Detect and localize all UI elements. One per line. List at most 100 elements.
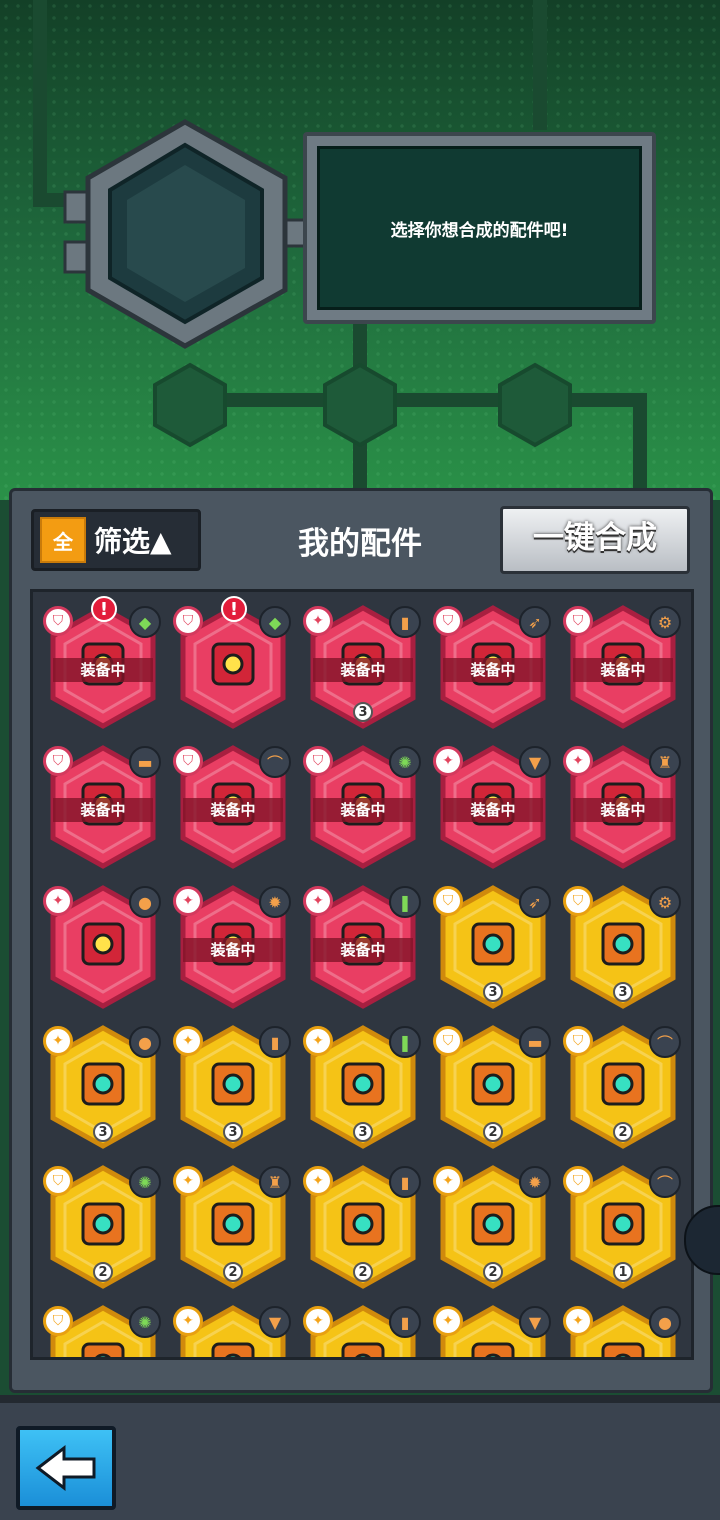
back-button[interactable]: [16, 1426, 116, 1510]
level-badge: 3: [613, 982, 633, 1002]
part-item[interactable]: ⛉ ✺ 装备中: [303, 744, 421, 870]
level-badge: 3: [483, 982, 503, 1002]
message-box: 选择你想合成的配件吧!: [303, 132, 656, 324]
part-item[interactable]: ⛉ ▬ 2: [433, 1024, 551, 1150]
shield-type-icon: ⛉: [173, 746, 203, 776]
rocket-icon: ➶: [519, 606, 551, 638]
level-badge: 2: [483, 1262, 503, 1282]
part-item[interactable]: ✦ ▮: [303, 1304, 421, 1357]
shield-type-icon: ⛉: [43, 1166, 73, 1196]
tower-icon: ♜: [649, 746, 681, 778]
level-badge: 3: [353, 702, 373, 722]
attack-type-icon: ✦: [303, 1026, 333, 1056]
part-item[interactable]: ✦ ● 3: [43, 1024, 161, 1150]
attack-type-icon: ✦: [433, 746, 463, 776]
part-item[interactable]: ✦ ▮ 3: [173, 1024, 291, 1150]
level-badge: 3: [223, 1122, 243, 1142]
battery-icon: ▮: [259, 1026, 291, 1058]
bomb-icon: ✹: [519, 1166, 551, 1198]
tower-icon: ♜: [259, 1166, 291, 1198]
filter-all-badge: 全: [40, 517, 86, 563]
panel-title: 我的配件: [298, 526, 422, 562]
gem-icon: ◆: [259, 606, 291, 638]
attack-type-icon: ✦: [563, 746, 593, 776]
shield-type-icon: ⛉: [563, 1166, 593, 1196]
filter-dropdown[interactable]: 全 筛选▲: [31, 509, 201, 571]
alert-badge: !: [221, 596, 247, 622]
part-item[interactable]: ⛉ ➶ 装备中: [433, 604, 551, 730]
ball-icon: ●: [649, 1306, 681, 1338]
alert-badge: !: [91, 596, 117, 622]
shield-type-icon: ⛉: [433, 1026, 463, 1056]
brick-icon: ▬: [519, 1026, 551, 1058]
part-item[interactable]: ⛉ ⚙ 3: [563, 884, 681, 1010]
attack-type-icon: ✦: [303, 1166, 333, 1196]
part-item[interactable]: ✦ ♜ 装备中: [563, 744, 681, 870]
shield-type-icon: ⛉: [43, 1306, 73, 1336]
part-item[interactable]: ⛉ ✺: [43, 1304, 161, 1357]
battery-icon: ▮: [389, 1306, 421, 1338]
equipped-label: 装备中: [313, 658, 413, 682]
bottle-icon: ❚: [389, 1026, 421, 1058]
part-item[interactable]: ✦ ✹ 2: [433, 1164, 551, 1290]
part-item[interactable]: ✦ ▮ 2: [303, 1164, 421, 1290]
part-item[interactable]: ⛉ ▬ 装备中: [43, 744, 161, 870]
ball-icon: ●: [129, 886, 161, 918]
attack-type-icon: ✦: [563, 1306, 593, 1336]
rocket-icon: ➶: [519, 886, 551, 918]
shield-type-icon: ⛉: [173, 606, 203, 636]
part-item[interactable]: ✦ ▼ 装备中: [433, 744, 551, 870]
level-badge: 3: [93, 1122, 113, 1142]
virus-icon: ✺: [389, 746, 421, 778]
part-item[interactable]: ⛉ ⌒ 2: [563, 1024, 681, 1150]
synthesis-slot[interactable]: [63, 119, 312, 349]
equipped-label: 装备中: [53, 658, 153, 682]
part-item[interactable]: ✦ ●: [563, 1304, 681, 1357]
level-badge: 1: [613, 1262, 633, 1282]
equipped-label: 装备中: [573, 658, 673, 682]
equipped-label: 装备中: [183, 938, 283, 962]
merge-all-button[interactable]: 一键合成: [500, 506, 690, 574]
equipped-label: 装备中: [443, 658, 543, 682]
attack-type-icon: ✦: [433, 1306, 463, 1336]
part-item[interactable]: ✦ ▼: [173, 1304, 291, 1357]
part-item[interactable]: ✦ ●: [43, 884, 161, 1010]
drill-icon: ▼: [519, 746, 551, 778]
boomerang-icon: ⌒: [649, 1026, 681, 1058]
virus-icon: ✺: [129, 1166, 161, 1198]
level-badge: 3: [353, 1122, 373, 1142]
attack-type-icon: ✦: [303, 1306, 333, 1336]
shield-type-icon: ⛉: [433, 886, 463, 916]
shield-type-icon: ⛉: [563, 1026, 593, 1056]
gear-icon: ⚙: [649, 886, 681, 918]
ball-icon: ●: [129, 1026, 161, 1058]
attack-type-icon: ✦: [43, 1026, 73, 1056]
part-item[interactable]: ✦ ✹ 装备中: [173, 884, 291, 1010]
shield-type-icon: ⛉: [43, 606, 73, 636]
shield-type-icon: ⛉: [43, 746, 73, 776]
virus-icon: ✺: [129, 1306, 161, 1338]
shield-type-icon: ⛉: [563, 886, 593, 916]
brick-icon: ▬: [129, 746, 161, 778]
part-item[interactable]: ⛉ ✺ 2: [43, 1164, 161, 1290]
attack-type-icon: ✦: [303, 606, 333, 636]
synthesis-area: 选择你想合成的配件吧!: [0, 0, 720, 500]
part-item[interactable]: ⛉ ➶ 3: [433, 884, 551, 1010]
level-badge: 2: [223, 1262, 243, 1282]
part-item[interactable]: ✦ ♜ 2: [173, 1164, 291, 1290]
attack-type-icon: ✦: [433, 1166, 463, 1196]
attack-type-icon: ✦: [303, 886, 333, 916]
level-badge: 2: [483, 1122, 503, 1142]
part-item[interactable]: ✦ ▮ 装备中 3: [303, 604, 421, 730]
part-item[interactable]: ⛉ ⌒ 1: [563, 1164, 681, 1290]
equipped-label: 装备中: [573, 798, 673, 822]
part-item[interactable]: ⛉ ◆!: [173, 596, 291, 730]
battery-icon: ▮: [389, 606, 421, 638]
part-item[interactable]: ⛉ ◆ 装备中!: [43, 596, 161, 730]
part-item[interactable]: ✦ ❚ 3: [303, 1024, 421, 1150]
part-item[interactable]: ✦ ▼: [433, 1304, 551, 1357]
part-item[interactable]: ✦ ❚ 装备中: [303, 884, 421, 1010]
part-item[interactable]: ⛉ ⚙ 装备中: [563, 604, 681, 730]
part-item[interactable]: ⛉ ⌒ 装备中: [173, 744, 291, 870]
attack-type-icon: ✦: [173, 886, 203, 916]
